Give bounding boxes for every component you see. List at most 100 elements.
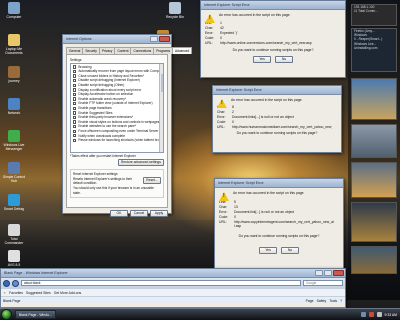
checkbox[interactable] bbox=[73, 88, 77, 92]
window-title: Blank Page - Windows Internet Explorer bbox=[4, 271, 68, 275]
checkbox[interactable] bbox=[73, 115, 77, 120]
desktop-icon-avg[interactable]: AVG 8.5 bbox=[1, 250, 27, 267]
checkbox[interactable] bbox=[73, 97, 77, 101]
checkbox[interactable] bbox=[73, 106, 77, 110]
desktop-icon-recycle-bin[interactable]: Recycle Bin bbox=[162, 2, 188, 19]
apply-button[interactable]: Apply bbox=[150, 210, 168, 217]
page-menu[interactable]: Page bbox=[306, 299, 314, 303]
desktop-icon-documents[interactable]: Laptop Me Documents bbox=[1, 34, 27, 55]
desktop-icon-control-hub[interactable]: Simple Control Hub bbox=[1, 162, 27, 183]
close-button[interactable] bbox=[159, 36, 170, 42]
navigation-bar: about:blank Google bbox=[1, 278, 345, 288]
forward-arrow-icon[interactable] bbox=[12, 279, 19, 287]
desktop-icon-journey[interactable]: journey bbox=[1, 66, 27, 83]
restore-advanced-button[interactable]: Restore advanced settings bbox=[117, 159, 164, 167]
tab-advanced[interactable]: Advanced bbox=[172, 47, 193, 54]
desktop-icon-messenger[interactable]: Windows Live Messenger bbox=[1, 130, 27, 151]
internet-options-dialog[interactable]: Internet Options General Security Privac… bbox=[62, 34, 193, 217]
search-box[interactable]: Google bbox=[303, 280, 343, 286]
script-error-dialog-1[interactable]: Internet Explorer Script Error An error … bbox=[200, 0, 346, 78]
gadget-slideshow-5[interactable] bbox=[351, 246, 397, 274]
desktop-icon-computer[interactable]: Computer bbox=[1, 2, 27, 19]
checkbox[interactable] bbox=[73, 120, 77, 124]
gadget-slideshow-1[interactable] bbox=[351, 78, 397, 120]
tab-privacy[interactable]: Privacy bbox=[98, 47, 116, 54]
clock[interactable]: 9:33 AM bbox=[385, 313, 397, 317]
scrollbar-thumb[interactable] bbox=[160, 73, 163, 92]
folder-icon bbox=[8, 34, 20, 46]
network-tray-icon[interactable] bbox=[360, 312, 366, 317]
taskbar-button-ie[interactable]: Blank Page - Windo... bbox=[15, 310, 56, 319]
taskbar: Blank Page - Windo... 9:33 AM bbox=[0, 308, 400, 320]
checkbox[interactable] bbox=[73, 92, 77, 97]
settings-list[interactable]: Browsing Automatically recover from page … bbox=[70, 62, 164, 153]
error-url: http://www.humanmusicmediaer.com/search_… bbox=[232, 125, 332, 129]
checkbox[interactable] bbox=[73, 74, 77, 78]
tools-menu[interactable]: Tools bbox=[329, 299, 337, 303]
reset-warning: You should only use this if your browser… bbox=[73, 185, 154, 195]
tab-programs[interactable]: Programs bbox=[153, 47, 174, 54]
start-button[interactable] bbox=[1, 309, 12, 320]
tab-security[interactable]: Security bbox=[82, 47, 100, 54]
help-menu[interactable]: ? bbox=[340, 299, 342, 303]
settings-scrollbar[interactable] bbox=[159, 63, 163, 152]
gadget-feed[interactable]: Firefox (Amy... Windows 0 - Reaper(Smart… bbox=[351, 28, 397, 72]
checkbox[interactable] bbox=[73, 134, 77, 138]
antivirus-tray-icon[interactable] bbox=[368, 312, 374, 317]
yes-button[interactable]: Yes bbox=[253, 56, 271, 63]
error-question: Do you want to continue running scripts … bbox=[232, 48, 314, 52]
desktop-icon-smart-defrag[interactable]: Smart Defrag bbox=[1, 194, 27, 211]
favorites-bar: ★ Favorites Suggested Sites Get More Add… bbox=[1, 288, 345, 296]
checkbox[interactable] bbox=[73, 65, 77, 69]
back-arrow-icon[interactable] bbox=[3, 279, 10, 287]
tab-content[interactable]: Content bbox=[114, 47, 132, 54]
checkbox[interactable] bbox=[73, 138, 77, 143]
internet-explorer-window[interactable]: Blank Page - Windows Internet Explorer a… bbox=[0, 268, 346, 308]
gadget-slideshow-3[interactable] bbox=[351, 162, 397, 198]
settings-item[interactable]: Reuse windows for launching shortcuts (w… bbox=[73, 138, 162, 143]
close-button[interactable] bbox=[333, 270, 344, 276]
script-error-dialog-2[interactable]: Internet Explorer Script Error An error … bbox=[212, 85, 342, 153]
maximize-button[interactable] bbox=[324, 270, 332, 276]
favorites-button[interactable]: Favorites bbox=[9, 291, 23, 295]
checkbox[interactable] bbox=[73, 111, 77, 115]
error-heading: An error has occurred in the script on t… bbox=[219, 13, 291, 17]
tab-row: Blank Page Page Safety Tools ? bbox=[1, 296, 345, 304]
error-heading: An error has occurred in the script on t… bbox=[233, 191, 305, 195]
gadget-slideshow-2[interactable] bbox=[351, 124, 397, 158]
checkbox[interactable] bbox=[73, 129, 77, 133]
ok-button[interactable]: OK bbox=[110, 210, 128, 217]
star-icon: ★ bbox=[3, 290, 7, 295]
tab-general[interactable]: General bbox=[66, 47, 84, 54]
checkbox[interactable] bbox=[73, 78, 77, 83]
suggested-sites-link[interactable]: Suggested Sites bbox=[26, 291, 51, 295]
no-button[interactable]: No bbox=[281, 247, 299, 254]
desktop-icon-total-commander[interactable]: Total Commander bbox=[1, 224, 27, 245]
address-bar[interactable]: about:blank bbox=[21, 280, 301, 286]
no-button[interactable]: No bbox=[275, 56, 293, 63]
reset-button[interactable]: Reset... bbox=[143, 176, 161, 184]
yes-button[interactable]: Yes bbox=[259, 247, 277, 254]
help-button[interactable] bbox=[150, 36, 158, 42]
options-tabs: General Security Privacy Content Connect… bbox=[63, 44, 193, 54]
checkbox[interactable] bbox=[73, 101, 77, 106]
error-heading: An error has occurred in the script on t… bbox=[231, 98, 303, 102]
error-url: http://www.copyinternetagent.com/search_… bbox=[234, 220, 334, 228]
desktop-icon-network[interactable]: Network bbox=[1, 98, 27, 115]
cancel-button[interactable]: Cancel bbox=[130, 210, 148, 217]
total-commander-icon bbox=[8, 224, 20, 236]
get-more-addons-link[interactable]: Get More Add-ons bbox=[54, 291, 82, 295]
dialog-title: Internet Explorer Script Error bbox=[201, 1, 345, 10]
safety-menu[interactable]: Safety bbox=[317, 299, 327, 303]
checkbox[interactable] bbox=[73, 124, 77, 129]
error-url: http://www.online-conversions.com/search… bbox=[220, 41, 312, 45]
tab-blank-page[interactable]: Blank Page bbox=[3, 299, 20, 303]
tab-connections[interactable]: Connections bbox=[130, 47, 155, 54]
minimize-button[interactable] bbox=[315, 270, 323, 276]
checkbox[interactable] bbox=[73, 83, 77, 87]
gadget-clock[interactable]: 192.168.1.100 11 Total Comm... bbox=[351, 4, 397, 26]
checkbox[interactable] bbox=[73, 69, 77, 74]
gadget-slideshow-4[interactable] bbox=[351, 202, 397, 242]
volume-tray-icon[interactable] bbox=[376, 312, 382, 317]
settings-item-label: Reuse windows for launching shortcuts (w… bbox=[78, 138, 162, 143]
